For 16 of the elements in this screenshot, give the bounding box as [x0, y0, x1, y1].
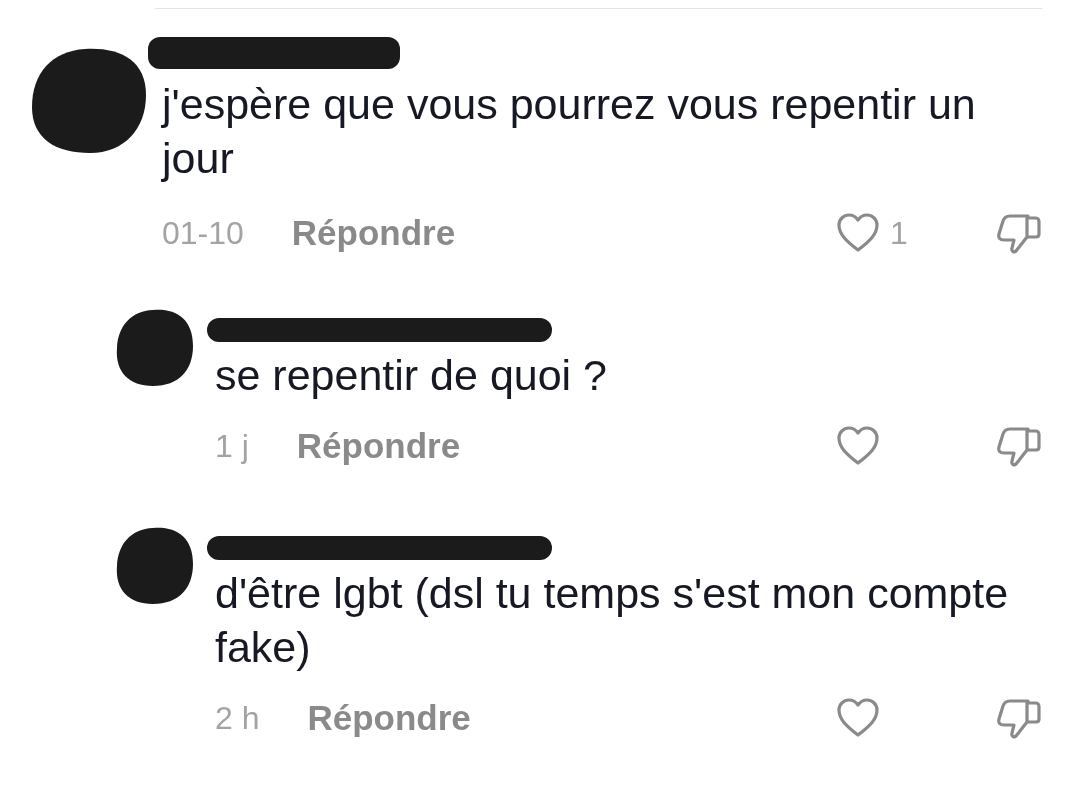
reply-link[interactable]: Répondre: [291, 213, 456, 253]
comment-text: se repentir de quoi ?: [215, 350, 609, 401]
comment-text: d'être lgbt (dsl tu temps s'est mon compte fake): [215, 568, 1010, 673]
like-count: 1: [890, 214, 908, 252]
thumbs-down-icon[interactable]: [996, 212, 1042, 254]
heart-icon[interactable]: [836, 213, 880, 253]
comment-time: 1 j: [215, 427, 249, 465]
comment-time: 2 h: [215, 699, 260, 737]
thumbs-down-icon[interactable]: [996, 697, 1042, 739]
reply-link[interactable]: Répondre: [307, 698, 471, 738]
thumbs-down-icon[interactable]: [996, 425, 1042, 467]
heart-icon[interactable]: [836, 698, 880, 738]
reply-link[interactable]: Répondre: [296, 426, 461, 466]
comment-text: j'espère que vous pourrez vous repentir un jour: [162, 79, 977, 184]
comment-time: 01-10: [162, 214, 244, 252]
heart-icon[interactable]: [836, 426, 880, 466]
